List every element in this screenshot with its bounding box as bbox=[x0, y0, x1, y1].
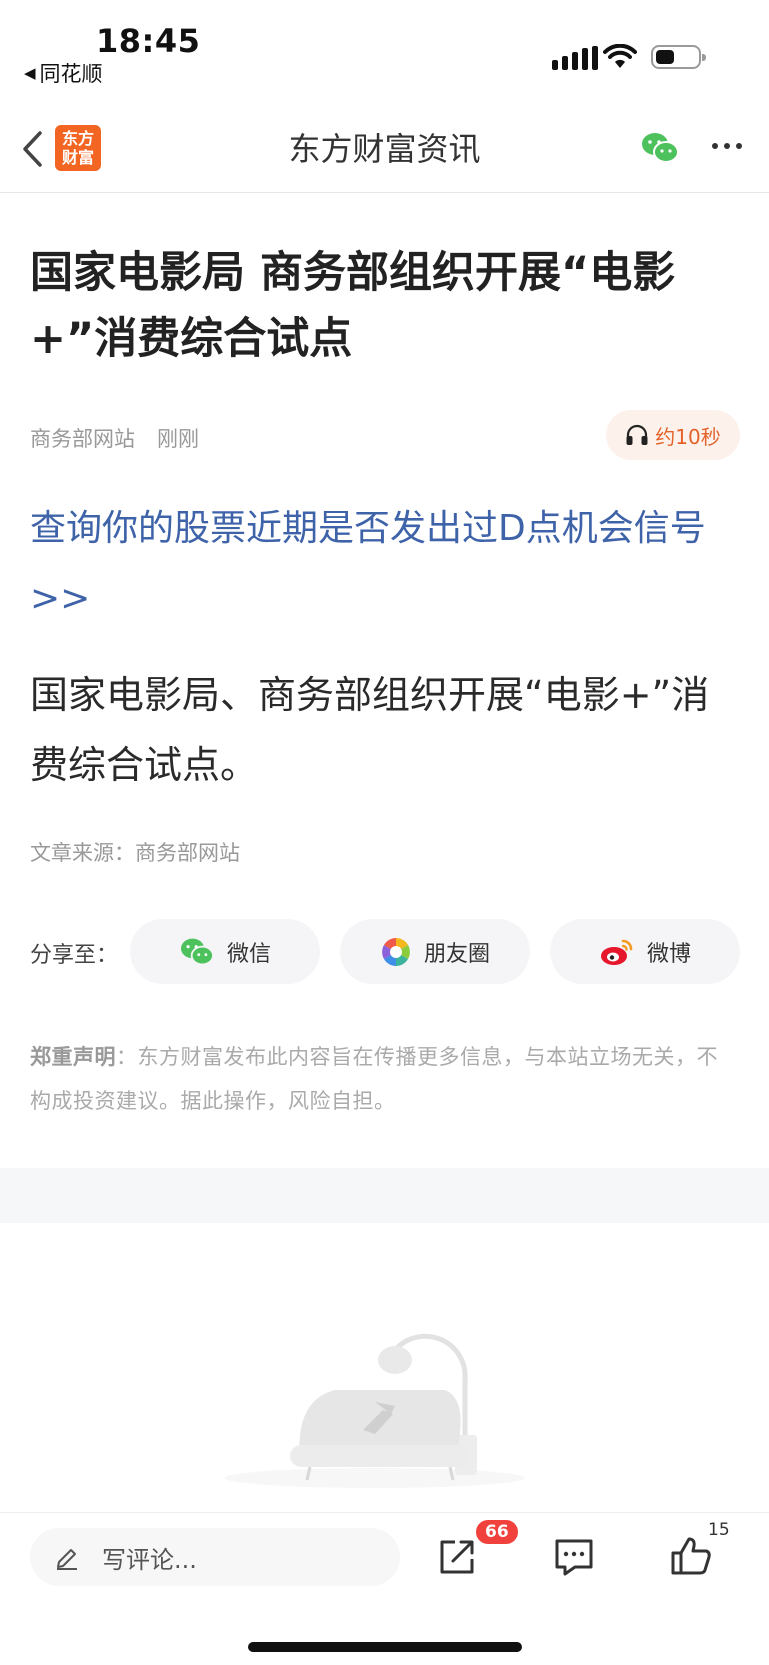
back-app-label: 同花顺 bbox=[39, 62, 103, 86]
wifi-icon bbox=[603, 44, 637, 68]
back-to-app[interactable]: ◀ 同花顺 bbox=[24, 58, 103, 88]
pencil-icon bbox=[57, 1549, 77, 1570]
promo-link[interactable]: 查询你的股票近期是否发出过D点机会信号>> bbox=[30, 494, 742, 634]
section-divider bbox=[0, 1168, 769, 1223]
share-icon[interactable] bbox=[437, 1537, 477, 1577]
status-time: 18:45 bbox=[96, 22, 201, 60]
disclaimer-title: 郑重声明 bbox=[30, 1045, 116, 1069]
disclaimer-text: ：东方财富发布此内容旨在传播更多信息，与本站立场无关，不构成投资建议。据此操作，… bbox=[30, 1045, 718, 1113]
share-count-badge: 66 bbox=[476, 1520, 518, 1544]
wechat-share-icon[interactable] bbox=[640, 130, 680, 166]
comment-placeholder: 写评论... bbox=[102, 1545, 197, 1574]
weibo-icon bbox=[600, 939, 633, 965]
back-triangle-icon: ◀ bbox=[24, 64, 36, 82]
headphones-icon bbox=[626, 424, 648, 445]
wechat-icon bbox=[180, 938, 214, 965]
nav-divider bbox=[0, 192, 769, 193]
share-moments-button[interactable]: 朋友圈 bbox=[340, 919, 530, 984]
listen-button[interactable]: 约10秒 bbox=[606, 410, 740, 460]
moments-icon bbox=[382, 937, 410, 966]
listen-label: 约10秒 bbox=[655, 424, 721, 449]
comment-input[interactable]: 写评论... bbox=[30, 1528, 400, 1586]
article-source: 商务部网站 bbox=[30, 427, 135, 451]
cellular-signal-icon bbox=[552, 46, 598, 70]
share-label: 分享至： bbox=[30, 943, 119, 968]
empty-state-illustration bbox=[225, 1333, 525, 1488]
bottom-divider bbox=[0, 1512, 769, 1513]
share-wechat-button[interactable]: 微信 bbox=[130, 919, 320, 984]
article-time: 刚刚 bbox=[157, 427, 199, 451]
share-weibo-button[interactable]: 微博 bbox=[550, 919, 740, 984]
article-meta: 商务部网站 刚刚 bbox=[30, 423, 199, 453]
article-headline: 国家电影局 商务部组织开展“电影+”消费综合试点 bbox=[30, 248, 676, 364]
more-options-icon[interactable] bbox=[712, 143, 742, 149]
share-wechat-label: 微信 bbox=[226, 941, 271, 967]
share-weibo-label: 微博 bbox=[646, 941, 691, 967]
disclaimer: 郑重声明：东方财富发布此内容旨在传播更多信息，与本站立场无关，不构成投资建议。据… bbox=[30, 1035, 730, 1123]
home-indicator bbox=[248, 1642, 522, 1652]
battery-icon bbox=[651, 45, 706, 69]
article-source-line: 文章来源：商务部网站 bbox=[30, 841, 240, 865]
share-moments-label: 朋友圈 bbox=[423, 941, 490, 967]
thumbs-up-icon[interactable] bbox=[670, 1535, 712, 1577]
like-count: 15 bbox=[708, 1520, 730, 1540]
article-body: 国家电影局、商务部组织开展“电影+”消费综合试点。 bbox=[30, 673, 710, 787]
comment-icon[interactable] bbox=[553, 1537, 595, 1577]
